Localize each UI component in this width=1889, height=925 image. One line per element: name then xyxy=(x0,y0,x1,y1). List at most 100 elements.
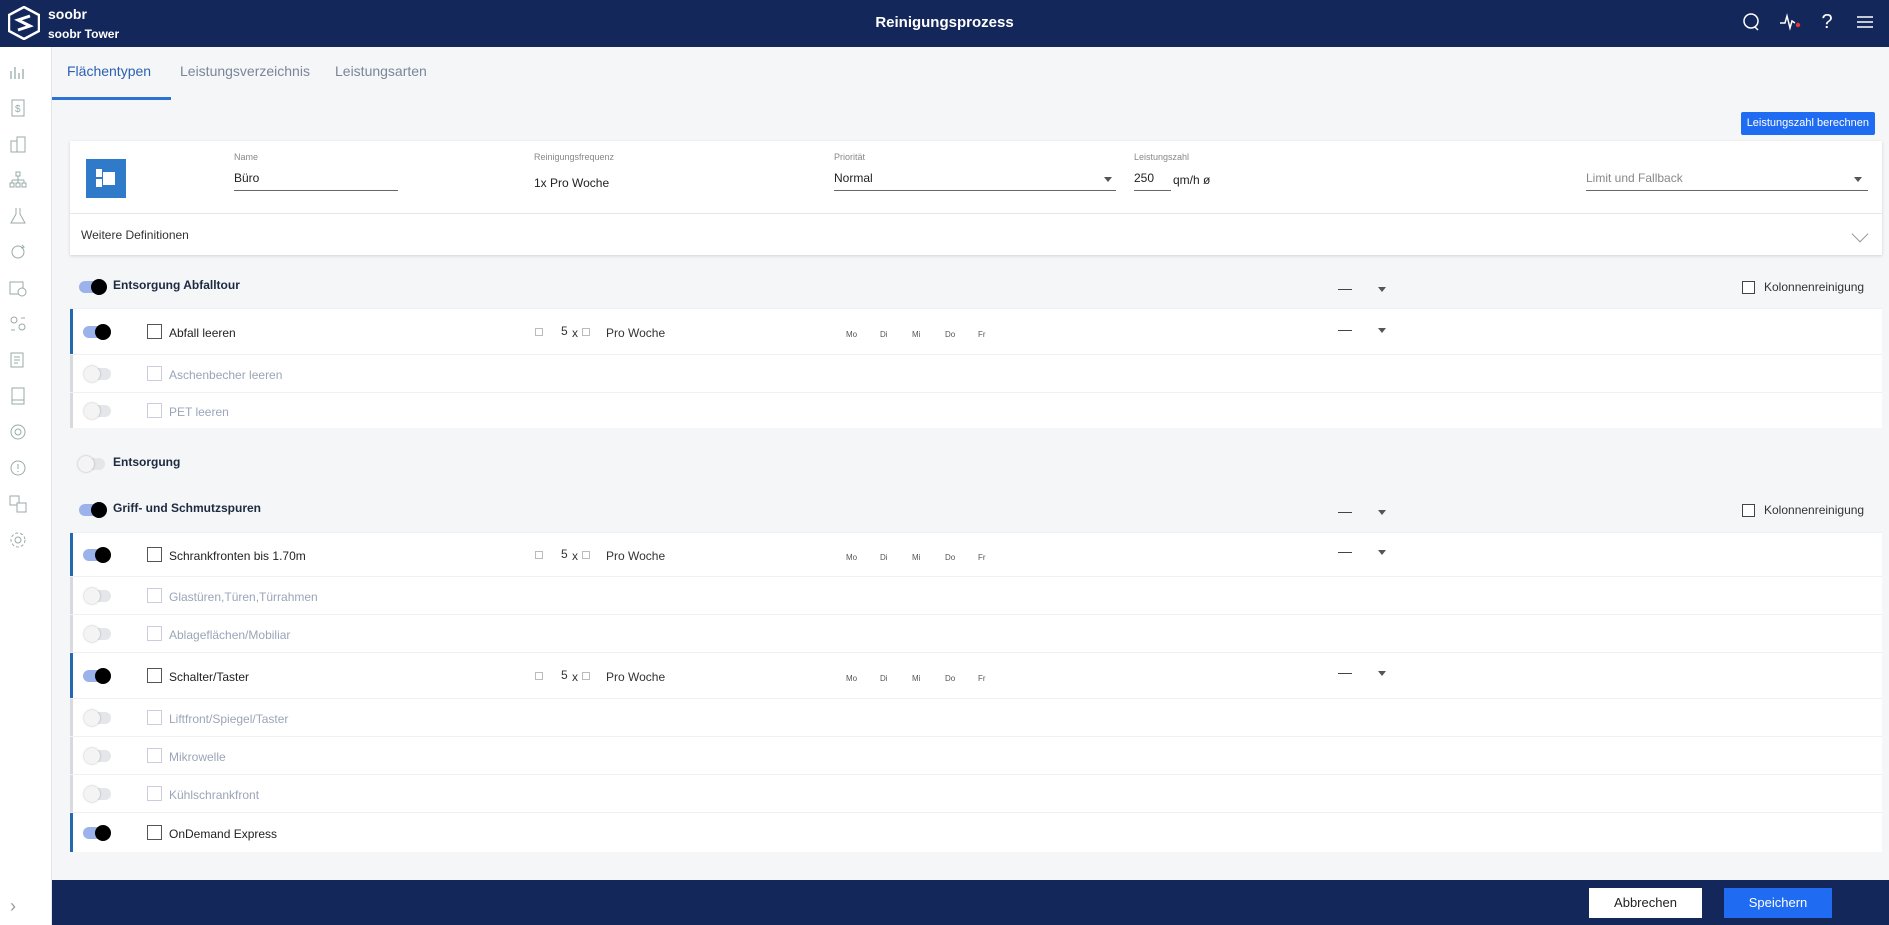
day-mo[interactable]: Mo xyxy=(846,674,857,683)
group-toggle-entsorgung-abfalltour[interactable] xyxy=(79,279,107,295)
task-dropdown-icon[interactable] xyxy=(1378,550,1386,555)
day-fr[interactable]: Fr xyxy=(978,674,986,683)
day-fr[interactable]: Fr xyxy=(978,553,986,562)
priority-dropdown-icon[interactable] xyxy=(1104,177,1112,182)
dollar-document-icon[interactable]: $ xyxy=(9,99,27,117)
frequency-select[interactable]: Pro Woche xyxy=(606,670,665,684)
increment-icon[interactable] xyxy=(582,551,590,559)
task-toggle[interactable] xyxy=(84,588,111,604)
day-mo[interactable]: Mo xyxy=(846,330,857,339)
calendar-clock-icon[interactable] xyxy=(9,279,27,297)
document-list-icon[interactable] xyxy=(9,351,27,369)
limit-dropdown-icon[interactable] xyxy=(1854,177,1862,182)
task-row: Schalter/Taster 5 x Pro Woche Mo Di Mi D… xyxy=(70,652,1882,698)
day-mi[interactable]: Mi xyxy=(912,674,920,683)
tab-leistungsarten[interactable]: Leistungsarten xyxy=(335,63,427,79)
tablet-icon[interactable] xyxy=(9,387,27,405)
task-toggle[interactable] xyxy=(83,825,111,841)
cycle-icon[interactable] xyxy=(9,243,27,261)
day-mi[interactable]: Mi xyxy=(912,330,920,339)
day-do[interactable]: Do xyxy=(945,553,955,562)
frequency-select[interactable]: Pro Woche xyxy=(606,326,665,340)
day-di[interactable]: Di xyxy=(880,674,888,683)
task-toggle[interactable] xyxy=(84,786,111,802)
increment-icon[interactable] xyxy=(582,672,590,680)
microwave-icon xyxy=(147,748,162,763)
day-fr[interactable]: Fr xyxy=(978,330,986,339)
group-block: Abfall leeren 5 x Pro Woche Mo Di Mi Do … xyxy=(70,308,1882,428)
chart-bars-icon[interactable] xyxy=(9,63,27,81)
cancel-button[interactable]: Abbrechen xyxy=(1589,888,1702,918)
task-label: Ablageflächen/Mobiliar xyxy=(169,628,291,642)
count-value[interactable]: 5 xyxy=(561,547,568,561)
menu-icon[interactable] xyxy=(1855,12,1875,32)
priority-label: Priorität xyxy=(834,152,866,162)
priority-select[interactable]: Normal xyxy=(834,171,873,185)
task-toggle[interactable] xyxy=(83,547,111,563)
group-toggle-entsorgung[interactable] xyxy=(78,456,105,472)
users-swap-icon[interactable] xyxy=(9,315,27,333)
group-dropdown-icon[interactable] xyxy=(1378,510,1386,515)
count-value[interactable]: 5 xyxy=(561,324,568,338)
performance-label: Leistungszahl xyxy=(1134,152,1190,162)
chevron-down-icon[interactable] xyxy=(1851,225,1869,243)
translate-icon[interactable] xyxy=(9,495,27,513)
top-bar: soobr soobr Tower Reinigungsprozess ? xyxy=(0,0,1889,47)
tab-flaechentypen[interactable]: Flächentypen xyxy=(67,63,151,79)
task-dash xyxy=(1338,330,1352,331)
more-definitions-label: Weitere Definitionen xyxy=(81,228,189,242)
task-toggle[interactable] xyxy=(84,748,111,764)
task-label: OnDemand Express xyxy=(169,827,278,841)
task-toggle[interactable] xyxy=(84,626,111,642)
task-toggle[interactable] xyxy=(83,668,111,684)
day-mi[interactable]: Mi xyxy=(912,553,920,562)
more-definitions-accordion[interactable]: Weitere Definitionen xyxy=(70,213,1882,255)
task-dropdown-icon[interactable] xyxy=(1378,328,1386,333)
switch-icon xyxy=(147,668,162,683)
cleaning-icon xyxy=(147,547,162,562)
task-dropdown-icon[interactable] xyxy=(1378,671,1386,676)
column-cleaning-checkbox[interactable] xyxy=(1742,504,1755,517)
help-icon[interactable]: ? xyxy=(1817,12,1837,32)
svg-text:$: $ xyxy=(15,104,21,115)
task-toggle[interactable] xyxy=(84,403,111,419)
task-toggle[interactable] xyxy=(84,710,111,726)
group-toggle-griff-schmutzspuren[interactable] xyxy=(79,502,107,518)
decrement-icon[interactable] xyxy=(535,551,543,559)
frequency-select[interactable]: Pro Woche xyxy=(606,549,665,563)
task-toggle[interactable] xyxy=(83,324,111,340)
count-value[interactable]: 5 xyxy=(561,668,568,682)
calc-performance-button[interactable]: Leistungszahl berechnen xyxy=(1740,112,1875,135)
flask-icon[interactable] xyxy=(9,207,27,225)
hierarchy-icon[interactable] xyxy=(9,171,27,189)
furniture-icon xyxy=(147,626,162,641)
save-button[interactable]: Speichern xyxy=(1724,888,1832,918)
day-di[interactable]: Di xyxy=(880,553,888,562)
day-do[interactable]: Do xyxy=(945,674,955,683)
group-dash xyxy=(1338,512,1352,513)
day-mo[interactable]: Mo xyxy=(846,553,857,562)
limit-fallback-select[interactable]: Limit und Fallback xyxy=(1586,171,1683,185)
decrement-icon[interactable] xyxy=(535,672,543,680)
task-label: PET leeren xyxy=(169,405,229,419)
activity-icon[interactable] xyxy=(1779,12,1801,32)
increment-icon[interactable] xyxy=(582,328,590,336)
info-icon[interactable] xyxy=(9,459,27,477)
group-title: Entsorgung Abfalltour xyxy=(113,278,240,292)
name-field[interactable]: Büro xyxy=(234,171,259,185)
decrement-icon[interactable] xyxy=(535,328,543,336)
task-toggle[interactable] xyxy=(84,366,111,382)
performance-input[interactable]: 250 xyxy=(1134,171,1154,185)
day-di[interactable]: Di xyxy=(880,330,888,339)
day-do[interactable]: Do xyxy=(945,330,955,339)
building-icon[interactable] xyxy=(9,135,27,153)
tab-leistungsverzeichnis[interactable]: Leistungsverzeichnis xyxy=(180,63,310,79)
group-dropdown-icon[interactable] xyxy=(1378,287,1386,292)
sidebar-expand-icon[interactable]: › xyxy=(10,896,16,917)
column-cleaning-checkbox[interactable] xyxy=(1742,281,1755,294)
column-cleaning-label: Kolonnenreinigung xyxy=(1764,503,1865,517)
settings-icon[interactable] xyxy=(9,531,27,549)
chat-icon[interactable] xyxy=(1741,12,1761,32)
target-icon[interactable] xyxy=(9,423,27,441)
task-label: Kühlschrankfront xyxy=(169,788,260,802)
